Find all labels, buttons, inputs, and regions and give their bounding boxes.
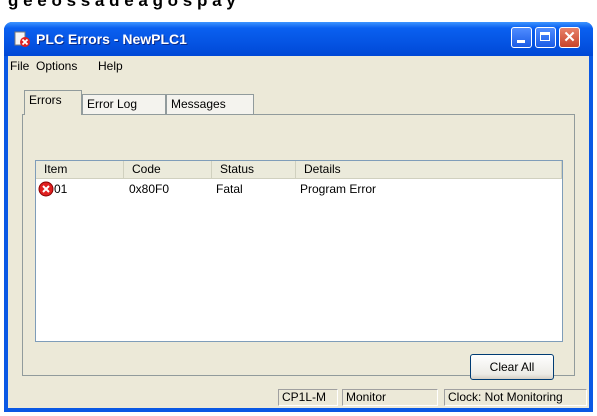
row-details: Program Error: [300, 182, 377, 196]
maximize-icon: [540, 32, 550, 41]
menu-bar: File Options Help: [8, 56, 589, 76]
tab-error-log[interactable]: Error Log: [82, 94, 166, 114]
column-header-status[interactable]: Status: [212, 161, 296, 179]
menu-file[interactable]: File: [10, 59, 29, 73]
plc-errors-window: PLC Errors - NewPLC1 ✕ File Options Help…: [4, 22, 593, 412]
error-app-icon: [14, 31, 30, 47]
background-page-fragment: g e e o s s a d e a g o s p a y: [0, 0, 597, 22]
maximize-button[interactable]: [535, 27, 556, 48]
clear-all-button[interactable]: Clear All: [470, 354, 554, 380]
row-item: 01: [54, 182, 68, 196]
minimize-button[interactable]: [511, 27, 532, 48]
column-header-item[interactable]: Item: [36, 161, 124, 179]
status-plc-model: CP1L-M: [278, 389, 338, 406]
close-button[interactable]: ✕: [559, 27, 580, 48]
status-clock: Clock: Not Monitoring: [444, 389, 587, 406]
errors-list[interactable]: Item Code Status Details 01 0x80F0 Fatal…: [35, 160, 563, 342]
fatal-error-icon: [38, 181, 54, 197]
row-code: 0x80F0: [129, 182, 170, 196]
window-client-area: File Options Help Errors Error Log Messa…: [8, 56, 589, 408]
column-header-code[interactable]: Code: [124, 161, 212, 179]
menu-options[interactable]: Options: [36, 59, 77, 73]
row-status: Fatal: [216, 182, 243, 196]
title-bar[interactable]: PLC Errors - NewPLC1 ✕: [4, 22, 593, 56]
window-title: PLC Errors - NewPLC1: [36, 31, 187, 47]
minimize-icon: [517, 40, 525, 43]
status-bar: CP1L-M Monitor Clock: Not Monitoring: [8, 386, 589, 408]
column-header-details[interactable]: Details: [296, 161, 562, 179]
close-icon: ✕: [563, 29, 576, 46]
status-mode: Monitor: [342, 389, 438, 406]
menu-help[interactable]: Help: [98, 59, 123, 73]
tab-messages[interactable]: Messages: [166, 94, 254, 114]
tab-errors[interactable]: Errors: [24, 90, 82, 115]
